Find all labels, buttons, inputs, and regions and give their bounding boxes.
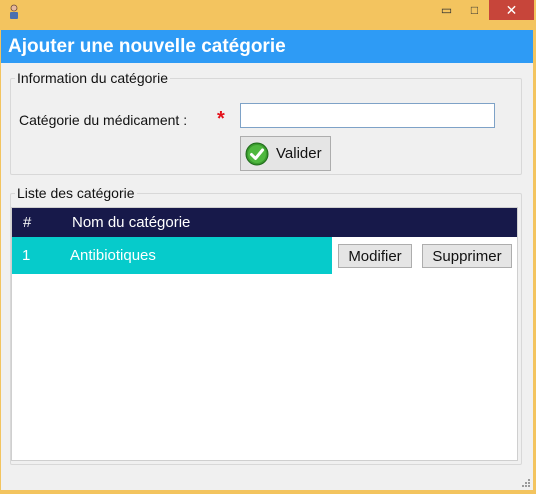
column-header-name: Nom du catégorie [72,214,191,231]
maximize-icon: □ [470,3,479,17]
row-category-name: Antibiotiques [70,247,156,264]
validate-button-label: Valider [276,145,322,162]
selected-row-cells[interactable]: 1 Antibiotiques [12,237,332,274]
window-titlebar: ▭ □ ✕ [0,0,536,30]
delete-button[interactable]: Supprimer [422,244,512,268]
app-icon [10,4,18,19]
table-header: # Nom du catégorie [12,208,517,237]
required-star-icon: * [217,108,225,130]
minimize-button[interactable]: ▭ [433,0,460,20]
list-group-legend: Liste des catégorie [17,185,135,201]
validate-button[interactable]: Valider [240,136,331,171]
category-table: # Nom du catégorie 1 Antibiotiques Modif… [11,207,518,461]
minimize-icon: ▭ [440,3,453,17]
row-number: 1 [22,247,31,264]
modify-button[interactable]: Modifier [338,244,412,268]
resize-grip-icon[interactable] [520,477,530,487]
check-icon [245,142,269,165]
maximize-button[interactable]: □ [461,0,488,20]
close-button[interactable]: ✕ [489,0,534,20]
column-header-number: # [23,214,32,231]
category-input[interactable] [240,103,495,128]
category-field-label: Catégorie du médicament : [19,112,188,128]
window-client-area: Ajouter une nouvelle catégorie Informati… [1,30,533,490]
close-icon: ✕ [505,1,518,18]
info-group-legend: Information du catégorie [17,70,168,86]
table-row[interactable]: 1 Antibiotiques Modifier Supprimer [12,237,517,274]
page-title: Ajouter une nouvelle catégorie [1,30,533,63]
